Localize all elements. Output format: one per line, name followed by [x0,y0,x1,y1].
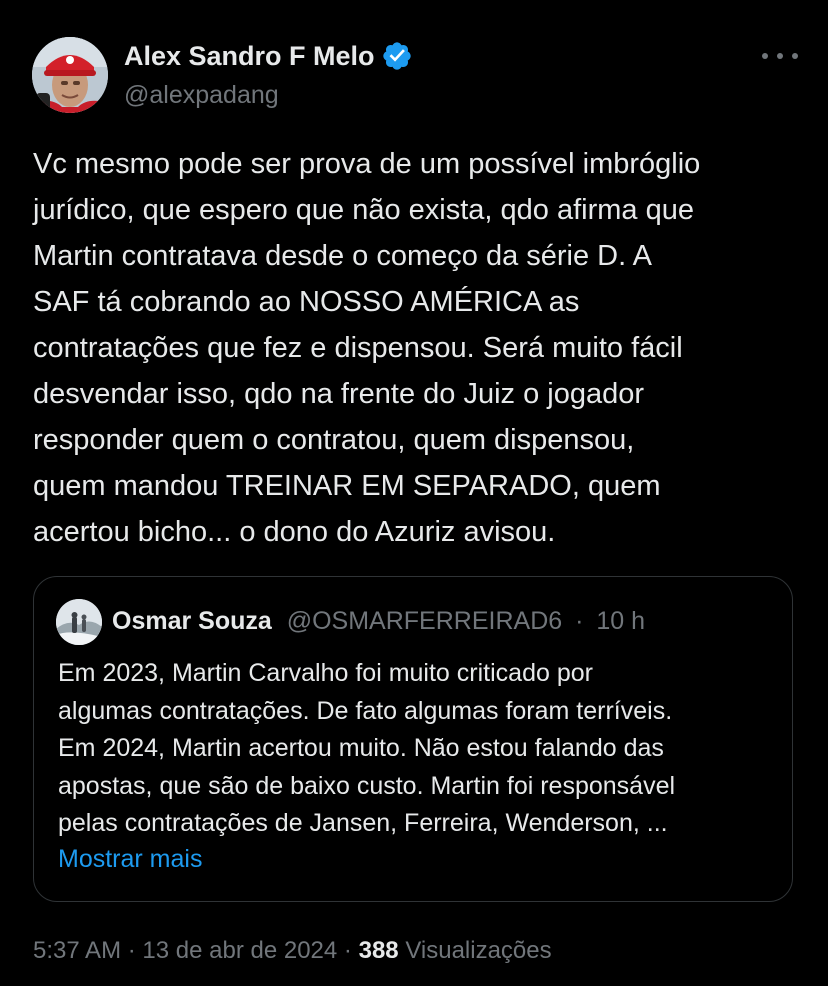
quote-text: Em 2023, Martin Carvalho foi muito criti… [58,659,676,837]
author-name[interactable]: Alex Sandro F Melo [124,38,413,74]
author-avatar[interactable] [32,37,108,113]
tweet-text: Vc mesmo pode ser prova de um possível i… [33,148,701,548]
author-name-text[interactable]: Alex Sandro F Melo [124,38,375,74]
show-more-link[interactable]: Mostrar mais [58,841,202,878]
meta-separator: · [127,937,136,964]
views-count: 388 [358,937,399,964]
quote-time[interactable]: 10 h [596,607,645,635]
meta-separator: · [343,937,352,964]
quote-separator: · [575,607,584,635]
quote-author-handle[interactable]: @OSMARFERREIRAD6 [287,607,562,635]
quoted-tweet[interactable]: Osmar Souza @OSMARFERREIRAD6 · 10 h Em 2… [33,576,793,902]
more-dot [762,53,768,59]
quote-header: Osmar Souza @OSMARFERREIRAD6 · 10 h [112,604,645,638]
tweet-date[interactable]: 13 de abr de 2024 [142,937,337,964]
views-label[interactable]: Visualizações [405,937,551,964]
tweet: Alex Sandro F Melo @alexpadang Vc mesmo … [0,0,828,986]
tweet-metadata: 5:37 AM · 13 de abr de 2024 · 388 Visual… [33,933,552,969]
quote-author-avatar[interactable] [56,599,102,645]
author-handle[interactable]: @alexpadang [124,78,279,112]
more-dot [777,53,783,59]
more-horizontal-icon[interactable] [762,44,798,68]
verified-badge-icon [382,42,411,70]
more-dot [792,53,798,59]
quote-author-name[interactable]: Osmar Souza [112,607,272,635]
tweet-time[interactable]: 5:37 AM [33,937,121,964]
